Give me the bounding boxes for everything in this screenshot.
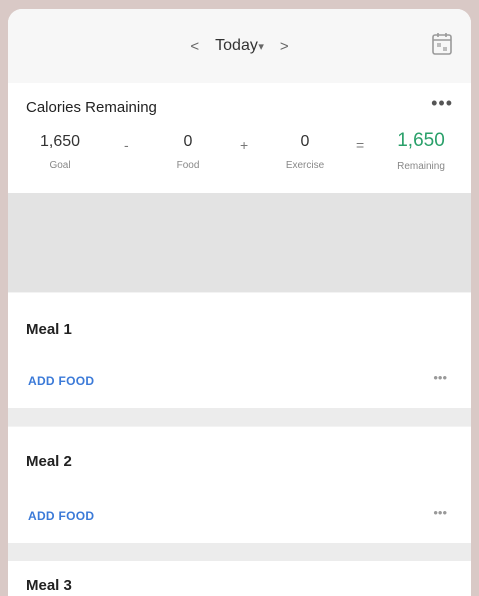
section-divider <box>8 543 471 561</box>
meal-more-button[interactable]: ••• <box>433 370 447 385</box>
food-label: Food <box>176 160 200 171</box>
ad-banner-placeholder <box>8 193 471 292</box>
calorie-equation: 1,650 Goal - 0 Food + 0 Exercise = 1,650… <box>8 130 471 183</box>
add-food-button[interactable]: ADD FOOD <box>28 374 94 388</box>
goal-value: 1,650 <box>39 133 81 150</box>
chevron-down-icon: ▾ <box>258 41 264 53</box>
meal-section: Meal 1 ADD FOOD ••• <box>8 292 471 408</box>
meal-title: Meal 2 <box>26 453 72 470</box>
section-divider <box>8 408 471 426</box>
plus-operator: + <box>240 137 249 153</box>
next-day-button[interactable]: > <box>280 38 289 55</box>
add-food-button[interactable]: ADD FOOD <box>28 509 94 523</box>
goal-column: 1,650 Goal <box>30 133 90 171</box>
meal-section: Meal 3 <box>8 561 471 596</box>
remaining-value: 1,650 <box>397 130 445 151</box>
equals-operator: = <box>356 137 365 153</box>
meal-title: Meal 3 <box>26 577 72 594</box>
meal-section: Meal 2 ADD FOOD ••• <box>8 426 471 543</box>
food-value: 0 <box>183 133 193 150</box>
diary-screen: < Today ▾ > Calories Remaining ••• 1,650… <box>8 9 471 596</box>
exercise-label: Exercise <box>285 160 325 171</box>
remaining-column: 1,650 Remaining <box>382 130 460 172</box>
summary-more-button[interactable]: ••• <box>431 93 453 114</box>
date-dropdown[interactable]: Today ▾ <box>215 37 264 55</box>
minus-operator: - <box>124 137 129 153</box>
calories-summary-card: Calories Remaining ••• 1,650 Goal - 0 Fo… <box>8 83 471 193</box>
previous-day-button[interactable]: < <box>190 38 199 55</box>
goal-label: Goal <box>49 160 71 171</box>
calories-remaining-title: Calories Remaining <box>26 99 157 116</box>
exercise-column: 0 Exercise <box>270 133 340 171</box>
exercise-value: 0 <box>300 133 310 150</box>
date-selector: < Today ▾ > <box>190 37 288 55</box>
calendar-icon[interactable] <box>431 32 453 56</box>
food-column: 0 Food <box>158 133 218 171</box>
meal-more-button[interactable]: ••• <box>433 505 447 520</box>
date-navigation-bar: < Today ▾ > <box>8 9 471 83</box>
date-label: Today <box>215 37 258 54</box>
remaining-label: Remaining <box>397 161 445 172</box>
meal-title: Meal 1 <box>26 321 72 338</box>
